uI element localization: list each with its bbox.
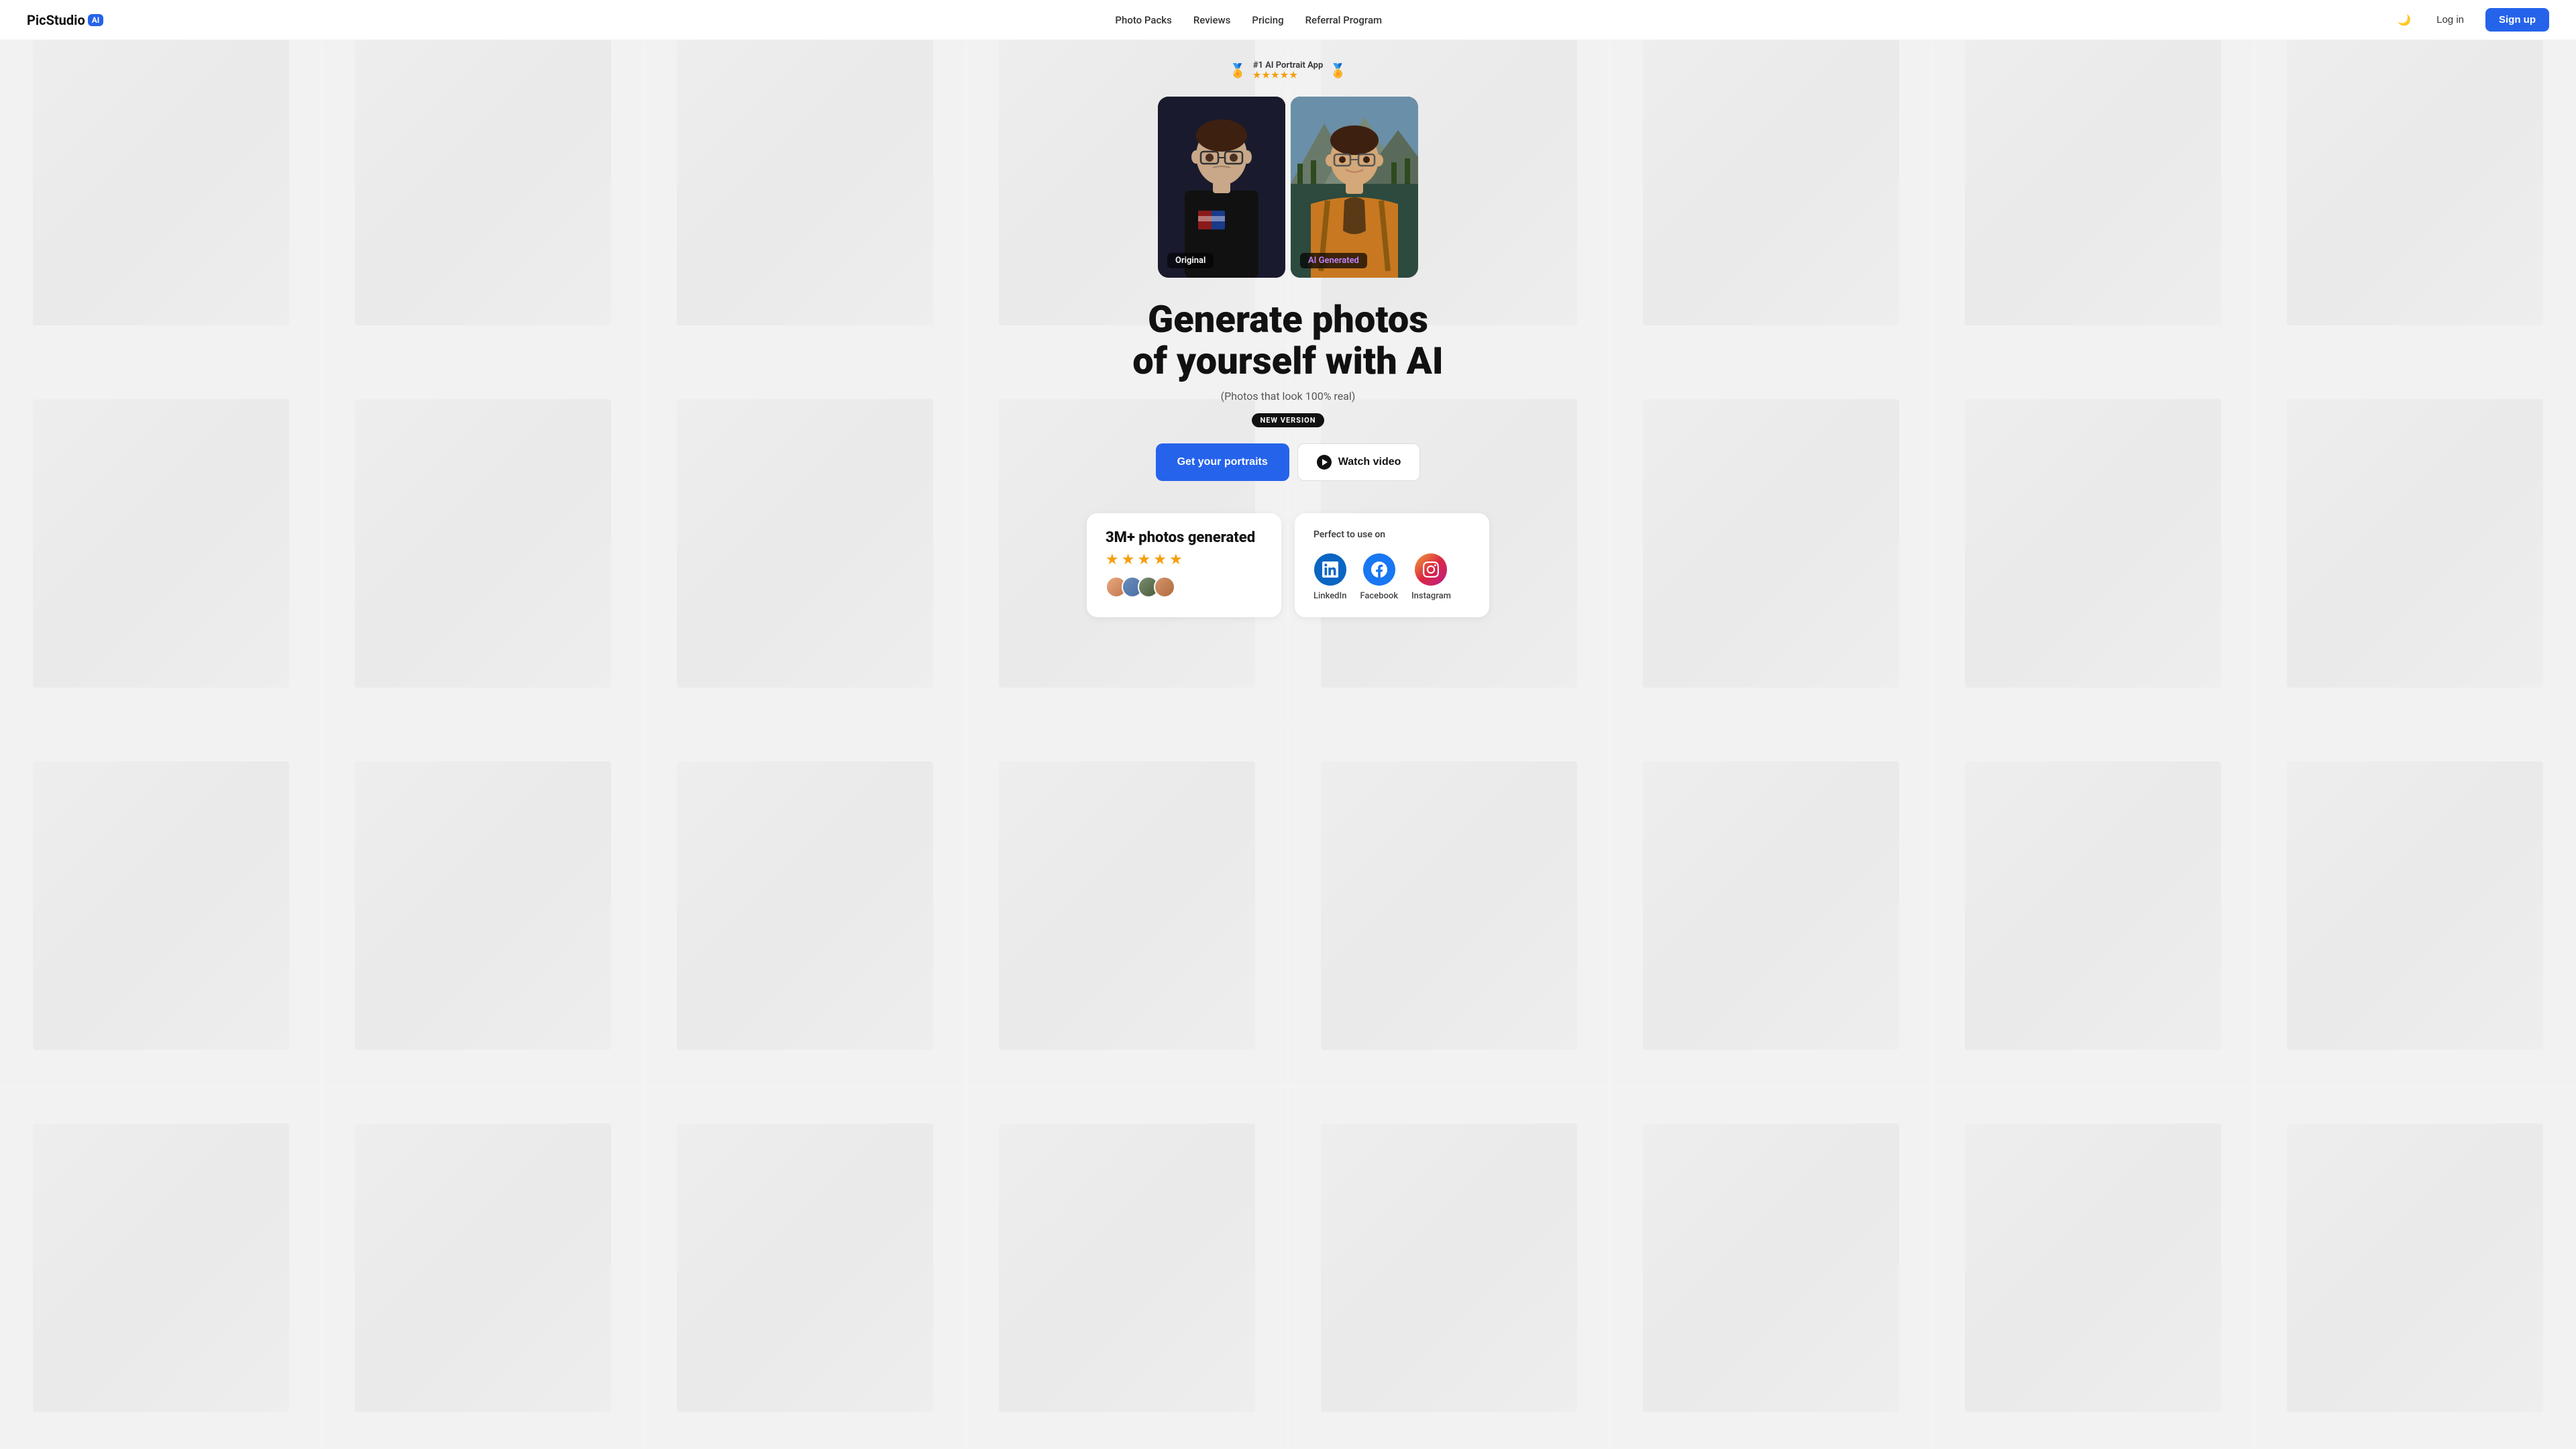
- theme-toggle-button[interactable]: 🌙: [2394, 9, 2415, 31]
- play-icon: [1317, 455, 1332, 470]
- ai-photo-image: [1291, 97, 1418, 278]
- stats-card: 3M+ photos generated ★ ★ ★ ★ ★: [1087, 513, 1281, 617]
- social-icons-row: LinkedIn Facebook: [1313, 553, 1470, 601]
- hero-content: 🏅 #1 AI Portrait App ★★★★★ 🏅: [0, 40, 2576, 513]
- ai-photo-card: AI Generated: [1291, 97, 1418, 278]
- bottom-cards: 3M+ photos generated ★ ★ ★ ★ ★ Perfect t…: [1073, 513, 1503, 644]
- stats-title: 3M+ photos generated: [1106, 529, 1263, 546]
- ai-generated-label: AI Generated: [1300, 253, 1367, 268]
- hero-subtext: (Photos that look 100% real): [1221, 390, 1356, 402]
- hero-section: 🏅 #1 AI Portrait App ★★★★★ 🏅: [0, 0, 2576, 1449]
- instagram-item: Instagram: [1411, 553, 1451, 601]
- instagram-label: Instagram: [1411, 591, 1451, 601]
- nav-referral[interactable]: Referral Program: [1305, 14, 1383, 26]
- nav-links: Photo Packs Reviews Pricing Referral Pro…: [1115, 14, 1382, 26]
- nav-photo-packs[interactable]: Photo Packs: [1115, 14, 1171, 26]
- logo-text: PicStudio: [27, 12, 85, 28]
- linkedin-item: LinkedIn: [1313, 553, 1346, 601]
- nav-pricing[interactable]: Pricing: [1252, 14, 1283, 26]
- nav-actions: 🌙 Log in Sign up: [2394, 8, 2549, 32]
- get-portraits-button[interactable]: Get your portraits: [1156, 443, 1289, 481]
- navigation: PicStudio AI Photo Packs Reviews Pricing…: [0, 0, 2576, 40]
- facebook-item: Facebook: [1360, 553, 1398, 601]
- stats-stars: ★ ★ ★ ★ ★: [1106, 551, 1263, 568]
- watch-video-button[interactable]: Watch video: [1297, 443, 1421, 481]
- laurel-left-icon: 🏅: [1230, 62, 1246, 78]
- nav-reviews[interactable]: Reviews: [1193, 14, 1231, 26]
- ai-badge: AI: [88, 14, 104, 26]
- login-button[interactable]: Log in: [2426, 9, 2475, 31]
- facebook-icon: [1363, 553, 1395, 586]
- instagram-icon: [1415, 553, 1447, 586]
- signup-button[interactable]: Sign up: [2485, 8, 2549, 32]
- award-badge: 🏅 #1 AI Portrait App ★★★★★ 🏅: [1230, 60, 1346, 80]
- facebook-label: Facebook: [1360, 591, 1398, 601]
- cta-buttons: Get your portraits Watch video: [1156, 443, 1421, 481]
- laurel-right-icon: 🏅: [1330, 62, 1346, 78]
- original-label: Original: [1167, 253, 1214, 268]
- hero-headline: Generate photos of yourself with AI: [1132, 299, 1443, 382]
- original-photo-image: [1158, 97, 1285, 278]
- avatar-4: [1154, 576, 1175, 598]
- award-text: #1 AI Portrait App: [1253, 60, 1324, 70]
- user-avatars: [1106, 576, 1263, 598]
- original-photo-card: Original: [1158, 97, 1285, 278]
- linkedin-label: LinkedIn: [1313, 591, 1346, 601]
- linkedin-icon: [1314, 553, 1346, 586]
- social-card: Perfect to use on LinkedIn: [1295, 513, 1489, 617]
- before-after-images: Original: [1158, 97, 1418, 278]
- new-version-badge: NEW VERSION: [1252, 413, 1324, 427]
- social-card-title: Perfect to use on: [1313, 529, 1470, 540]
- award-stars: ★★★★★: [1253, 70, 1324, 80]
- logo[interactable]: PicStudio AI: [27, 12, 103, 28]
